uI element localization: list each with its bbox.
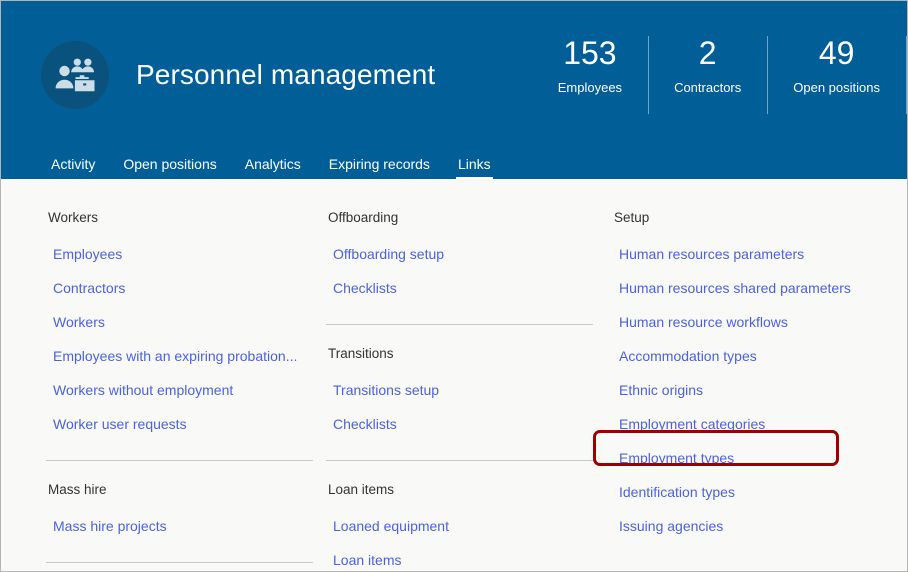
personnel-management-workspace: Personnel management 153 Employees 2 Con… — [0, 0, 908, 572]
link-accommodation-types[interactable]: Accommodation types — [612, 339, 888, 373]
header-stats: 153 Employees 2 Contractors 49 Open posi… — [532, 33, 907, 117]
link-workers[interactable]: Workers — [46, 305, 322, 339]
stat-employees-label: Employees — [557, 80, 623, 95]
stat-contractors-value: 2 — [698, 35, 717, 71]
tab-links[interactable]: Links — [444, 155, 505, 179]
links-column-3: Setup Human resources parameters Human r… — [612, 209, 888, 571]
group-title-setup: Setup — [614, 210, 650, 225]
page-title: Personnel management — [136, 59, 436, 90]
column-1-divider-1 — [46, 460, 313, 461]
stat-employees-value: 153 — [563, 35, 617, 71]
link-employment-categories[interactable]: Employment categories — [612, 407, 888, 441]
tab-analytics[interactable]: Analytics — [231, 155, 315, 179]
link-offboarding-setup[interactable]: Offboarding setup — [326, 237, 602, 271]
tab-bar: Activity Open positions Analytics Expiri… — [1, 149, 907, 179]
link-contractors[interactable]: Contractors — [46, 271, 322, 305]
link-mass-hire-projects[interactable]: Mass hire projects — [46, 509, 322, 543]
group-title-mass-hire: Mass hire — [48, 482, 107, 497]
people-briefcase-icon — [41, 41, 109, 109]
stat-contractors: 2 Contractors — [648, 33, 767, 117]
link-human-resources-parameters[interactable]: Human resources parameters — [612, 237, 888, 271]
link-issuing-agencies[interactable]: Issuing agencies — [612, 509, 888, 543]
link-worker-user-requests[interactable]: Worker user requests — [46, 407, 322, 441]
link-offboarding-checklists[interactable]: Checklists — [326, 271, 602, 305]
column-2-divider-2 — [326, 460, 593, 461]
link-group-setup: Setup Human resources parameters Human r… — [612, 209, 888, 543]
link-group-offboarding: Offboarding Offboarding setup Checklists — [326, 209, 602, 305]
column-2-divider-1 — [326, 324, 593, 325]
header-top-row: Personnel management 153 Employees 2 Con… — [1, 1, 907, 149]
group-title-loan-items: Loan items — [328, 482, 395, 497]
column-1-divider-2 — [46, 562, 313, 563]
stat-employees: 153 Employees — [532, 33, 648, 117]
link-employees[interactable]: Employees — [46, 237, 322, 271]
link-employees-expiring-probation[interactable]: Employees with an expiring probation... — [46, 339, 322, 373]
stat-contractors-label: Contractors — [674, 80, 742, 95]
group-title-transitions: Transitions — [328, 346, 394, 361]
link-human-resources-shared-parameters[interactable]: Human resources shared parameters — [612, 271, 888, 305]
link-human-resource-workflows[interactable]: Human resource workflows — [612, 305, 888, 339]
links-column-1: Workers Employees Contractors Workers Em… — [46, 209, 322, 571]
link-group-transitions: Transitions Transitions setup Checklists — [326, 345, 602, 441]
page-header: Personnel management 153 Employees 2 Con… — [1, 1, 907, 179]
link-group-loan-items: Loan items Loaned equipment Loan items — [326, 481, 602, 571]
link-group-workers: Workers Employees Contractors Workers Em… — [46, 209, 322, 441]
link-loan-items[interactable]: Loan items — [326, 543, 602, 571]
group-title-workers: Workers — [48, 210, 99, 225]
group-title-offboarding: Offboarding — [328, 210, 399, 225]
tab-expiring-records[interactable]: Expiring records — [315, 155, 444, 179]
link-ethnic-origins[interactable]: Ethnic origins — [612, 373, 888, 407]
link-transitions-setup[interactable]: Transitions setup — [326, 373, 602, 407]
stat-open-positions: 49 Open positions — [767, 33, 906, 117]
tab-open-positions[interactable]: Open positions — [109, 155, 230, 179]
links-content-area: Workers Employees Contractors Workers Em… — [1, 179, 907, 571]
links-column-2: Offboarding Offboarding setup Checklists… — [326, 209, 602, 571]
link-loaned-equipment[interactable]: Loaned equipment — [326, 509, 602, 543]
tab-activity[interactable]: Activity — [37, 155, 109, 179]
link-transitions-checklists[interactable]: Checklists — [326, 407, 602, 441]
stat-open-positions-label: Open positions — [793, 80, 880, 95]
link-employment-types[interactable]: Employment types — [612, 441, 888, 475]
link-group-mass-hire: Mass hire Mass hire projects — [46, 481, 322, 543]
link-identification-types[interactable]: Identification types — [612, 475, 888, 509]
stats-end-divider — [906, 36, 907, 114]
link-workers-without-employment[interactable]: Workers without employment — [46, 373, 322, 407]
stat-open-positions-value: 49 — [818, 35, 855, 71]
